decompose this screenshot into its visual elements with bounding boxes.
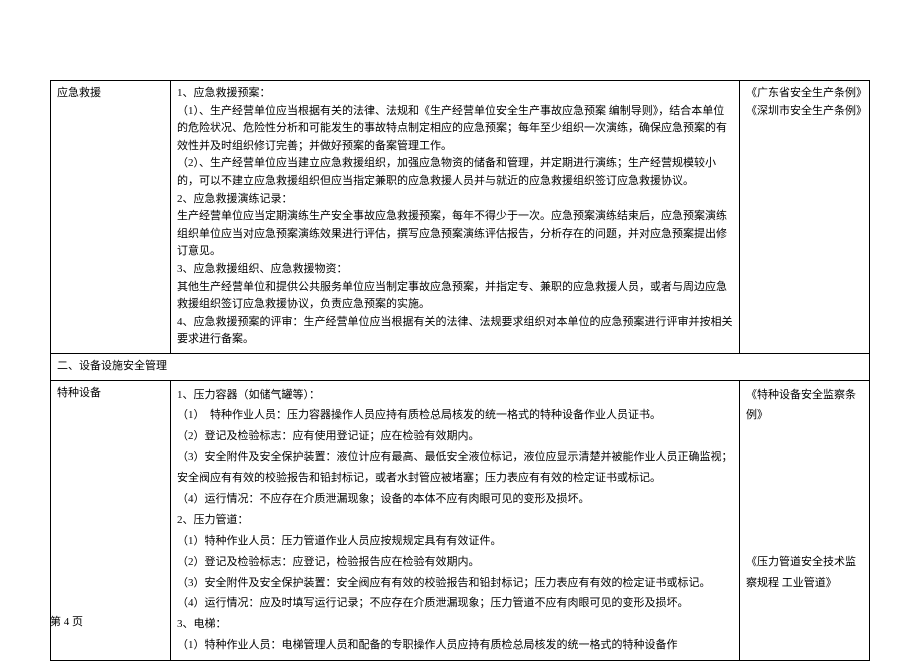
content-line: 生产经营单位应当定期演练生产安全事故应急救援预案，每年不得少于一次。应急预案演练… <box>177 208 733 261</box>
content-line: 1、应急救援预案： <box>177 85 733 103</box>
content-line: （1）特种作业人员：电梯管理人员和配备的专职操作人员应持有质检总局核发的统一格式… <box>177 635 733 656</box>
content-line: 其他生产经营单位和提供公共服务单位应当制定事故应急预案，并指定专、兼职的应急救援… <box>177 279 733 314</box>
reference-line: 《广东省安全生产条例》 <box>746 85 863 103</box>
content-line: （1） 特种作业人员：压力容器操作人员应持有质检总局核发的统一格式的特种设备作业… <box>177 405 733 426</box>
reference-line <box>746 510 863 531</box>
reference-line <box>746 468 863 489</box>
content-line: （1）、生产经营单位应当根据有关的法律、法规和《生产经营单位安全生产事故应急预案… <box>177 103 733 156</box>
cell-reference: 《广东省安全生产条例》 《深圳市安全生产条例》 <box>740 81 870 354</box>
content-line: 2、压力管道： <box>177 510 733 531</box>
reference-line <box>746 426 863 447</box>
reference-line: 《深圳市安全生产条例》 <box>746 103 863 121</box>
content-line: 3、应急救援组织、应急救援物资： <box>177 261 733 279</box>
cell-category: 应急救援 <box>51 81 171 354</box>
content-line: （1）特种作业人员：压力管道作业人员应按规规定具有有效证件。 <box>177 531 733 552</box>
page-footer: 第 4 页 <box>50 613 83 629</box>
content-line: （2）登记及检验标志：应有使用登记证；应在检验有效期内。 <box>177 426 733 447</box>
content-line: （4）运行情况：应及时填写运行记录；不应存在介质泄漏现象；压力管道不应有肉眼可见… <box>177 593 733 614</box>
content-line: （3）安全附件及安全保护装置：液位计应有最高、最低安全液位标记，液位应显示清楚并… <box>177 447 733 489</box>
document-table: 应急救援 1、应急救援预案： （1）、生产经营单位应当根据有关的法律、法规和《生… <box>50 80 870 661</box>
reference-line: 《特种设备安全监察条例》 <box>746 385 863 427</box>
cell-content: 1、压力容器（如储气罐等）： （1） 特种作业人员：压力容器操作人员应持有质检总… <box>171 380 740 661</box>
content-line: （2）、生产经营单位应当建立应急救援组织，加强应急物资的储备和管理，并定期进行演… <box>177 155 733 190</box>
cell-content: 1、应急救援预案： （1）、生产经营单位应当根据有关的法律、法规和《生产经营单位… <box>171 81 740 354</box>
content-line: 4、应急救援预案的评审：生产经营单位应当根据有关的法律、法规要求组织对本单位的应… <box>177 314 733 349</box>
cell-reference: 《特种设备安全监察条例》 《压力管道安全技术监察规程 工业管道》 <box>740 380 870 661</box>
table-row: 特种设备 1、压力容器（如储气罐等）： （1） 特种作业人员：压力容器操作人员应… <box>51 380 870 661</box>
section-header-row: 二、设备设施安全管理 <box>51 353 870 380</box>
reference-line <box>746 531 863 552</box>
section-header-cell: 二、设备设施安全管理 <box>51 353 870 380</box>
content-line: 2、应急救援演练记录： <box>177 191 733 209</box>
table-row: 应急救援 1、应急救援预案： （1）、生产经营单位应当根据有关的法律、法规和《生… <box>51 81 870 354</box>
content-line: 3、电梯： <box>177 614 733 635</box>
content-line: 1、压力容器（如储气罐等）： <box>177 385 733 406</box>
content-line: （4）运行情况：不应存在介质泄漏现象；设备的本体不应有肉眼可见的变形及损坏。 <box>177 489 733 510</box>
reference-line <box>746 489 863 510</box>
content-line: （3）安全附件及安全保护装置：安全阀应有有效的校验报告和铅封标记；压力表应有有效… <box>177 573 733 594</box>
reference-line: 《压力管道安全技术监察规程 工业管道》 <box>746 552 863 594</box>
reference-line <box>746 447 863 468</box>
content-line: （2）登记及检验标志：应登记，检验报告应在检验有效期内。 <box>177 552 733 573</box>
